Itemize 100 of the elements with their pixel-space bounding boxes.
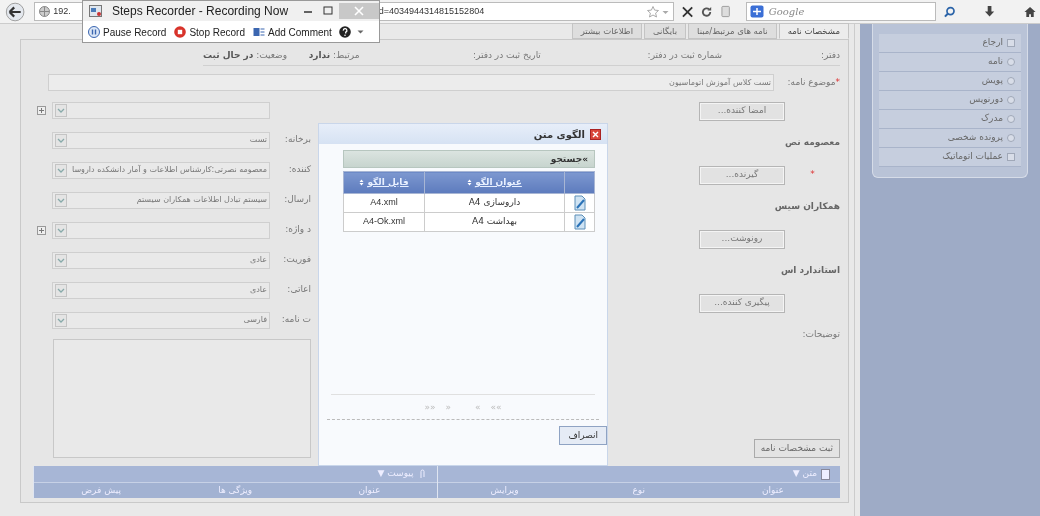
globe-icon (39, 6, 51, 17)
grid-title: پیوست ▼ (377, 467, 414, 481)
bookmark-icon[interactable] (720, 5, 730, 18)
info-label: شماره ثبت در دفتر: (646, 48, 723, 62)
field-label: ارسال: (283, 193, 311, 207)
stop-icon[interactable] (682, 5, 694, 18)
select-field[interactable]: عادی (52, 281, 270, 299)
section-label: استاندارد اس (780, 264, 840, 278)
download-icon[interactable] (983, 5, 995, 18)
search-icon[interactable] (943, 5, 955, 18)
sort-icon[interactable] (467, 178, 473, 186)
field-label: کننده: (287, 163, 311, 177)
tab[interactable]: مشخصات نامه (778, 23, 849, 39)
sidebar-item[interactable]: ارجاع (879, 34, 1021, 53)
sidebar-item[interactable]: پویش (879, 72, 1021, 91)
help-icon[interactable] (338, 26, 351, 38)
item-label: ارجاع (982, 36, 1003, 50)
close-icon (354, 6, 364, 16)
paperclip-icon (417, 468, 427, 480)
stop-button[interactable]: Stop Record (173, 24, 246, 40)
url-text: d=4034944314815152804 (378, 4, 485, 18)
document-icon (821, 468, 830, 480)
info-label: تاریخ ثبت در دفتر: (471, 48, 541, 62)
search-field[interactable]: Google (745, 2, 936, 21)
document-edit-icon[interactable] (573, 195, 586, 211)
tab[interactable]: اطلاعات بیشتر (571, 23, 642, 39)
sidebar-item[interactable]: نامه (879, 53, 1021, 72)
tab[interactable]: بایگانی (644, 23, 687, 39)
reload-icon[interactable] (701, 5, 713, 18)
select-field[interactable] (52, 221, 270, 239)
picker-button[interactable]: گیرنده... (699, 165, 785, 185)
pager-button[interactable]: « (445, 401, 451, 415)
circle-icon (1007, 115, 1015, 123)
circle-icon (1007, 77, 1015, 85)
comment-icon (252, 26, 265, 38)
sidebar-item[interactable]: عملیات اتوماتیک (879, 148, 1021, 167)
field-label: فوریت: (282, 253, 311, 267)
field-label: توضیحات: (802, 328, 840, 342)
circle-icon (1007, 58, 1015, 66)
pause-icon (88, 26, 100, 38)
circle-icon (1007, 134, 1015, 142)
pause-button[interactable]: Pause Record (87, 24, 168, 40)
select-field[interactable]: فارسی (52, 311, 270, 329)
info-label: مرتبط: ندارد (307, 48, 360, 63)
search-panel-header[interactable]: »جستجو (343, 150, 595, 168)
item-label: عملیات اتوماتیک (942, 150, 1003, 164)
field-label: اعاتی: (286, 283, 311, 297)
table-cell: بهداشت A4 (424, 212, 565, 232)
url-text: 192. (53, 4, 71, 18)
text-field[interactable]: تست کلاس آموزش اتوماسیون (48, 74, 774, 91)
picker-button[interactable]: امضا کننده... (699, 101, 785, 121)
field-label: ت نامه: (280, 313, 311, 327)
app-icon (89, 5, 102, 17)
select-field[interactable]: تست (52, 131, 270, 149)
caret-icon[interactable] (356, 29, 364, 35)
info-label: وضعیت: در حال ثبت (203, 48, 288, 63)
star-icon[interactable] (647, 5, 660, 18)
grid-title: متن ▼ (792, 467, 817, 481)
table-cell: داروسازی A4 (424, 193, 565, 213)
expand-icon[interactable] (36, 225, 46, 235)
field-label: برخانه: (283, 133, 311, 147)
document-edit-icon[interactable] (573, 214, 586, 230)
stop-icon (174, 26, 187, 38)
back-icon[interactable] (4, 1, 27, 22)
select-field[interactable]: عادی (52, 251, 270, 269)
comment-button[interactable]: Add Comment (251, 24, 333, 40)
required-mark: * (809, 168, 816, 182)
item-label: نامه (988, 55, 1003, 69)
home-icon[interactable] (1023, 5, 1036, 18)
circle-icon (1007, 96, 1015, 104)
save-button[interactable]: ثبت مشخصات نامه (753, 438, 840, 458)
picker-button[interactable]: پیگیری کننده... (699, 293, 785, 313)
info-label: دفتر: (819, 48, 840, 62)
item-label: دورنویس (969, 93, 1003, 107)
sort-icon[interactable] (359, 178, 365, 186)
field-label: * موضوع نامه: (786, 75, 840, 89)
select-field[interactable]: سیستم تبادل اطلاعات همکاران سیستم (52, 191, 270, 209)
square-icon (1007, 153, 1015, 161)
column-header-link[interactable]: عنوان الگو (475, 176, 522, 187)
sidebar-item[interactable]: پرونده شخصی (879, 129, 1021, 148)
picker-button[interactable]: رونوشت... (699, 229, 785, 249)
sidebar-item[interactable]: دورنویس (879, 91, 1021, 110)
close-icon[interactable] (590, 128, 601, 140)
window-title: Steps Recorder - Recording Now (112, 3, 289, 20)
item-label: مدرک (981, 112, 1003, 126)
item-label: پویش (981, 74, 1003, 88)
tab[interactable]: نامه های مرتبط/مبنا (688, 23, 777, 39)
table-cell: A4.xml (343, 193, 425, 213)
field-label: د واژه: (284, 223, 311, 237)
table-cell: A4-Ok.xml (343, 212, 425, 232)
section-label: معصومه نص (785, 136, 840, 150)
select-field[interactable] (52, 101, 270, 119)
square-icon (1007, 39, 1015, 47)
dialog-title: الگوی متن (533, 127, 585, 142)
section-label: همکاران سیس (774, 200, 840, 214)
expand-icon[interactable] (36, 105, 46, 115)
item-label: پرونده شخصی (947, 131, 1003, 145)
cancel-button[interactable]: انصراف (559, 425, 607, 445)
select-field[interactable]: معصومه نصرتی:کارشناس اطلاعات و آمار دانشکده داروسا (52, 161, 270, 179)
sidebar-item[interactable]: مدرک (879, 110, 1021, 129)
